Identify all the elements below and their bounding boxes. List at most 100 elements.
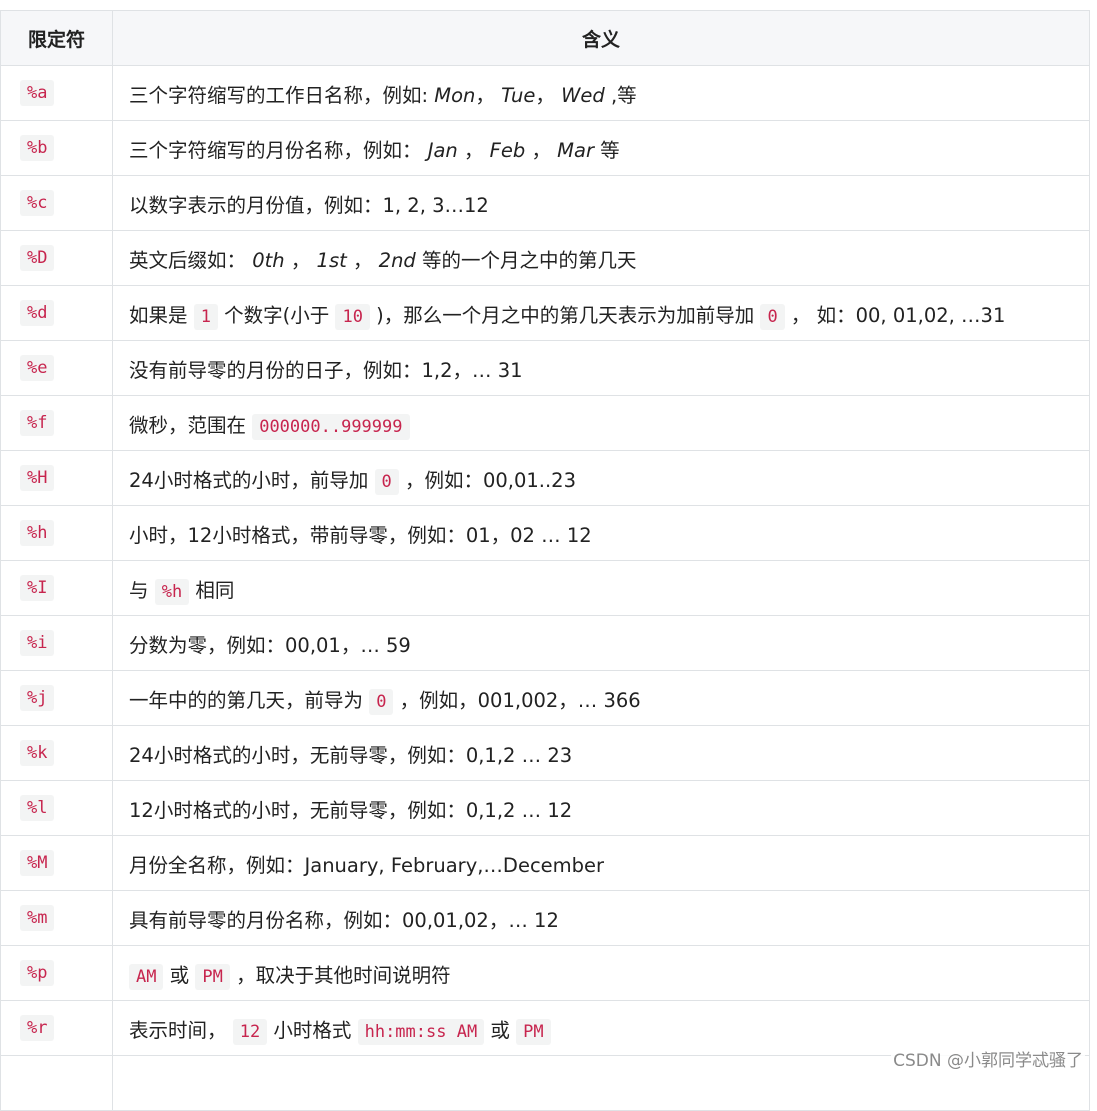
description-cell: 微秒，范围在 000000..999999 [112, 395, 1090, 451]
description-cell: 如果是 1 个数字(小于 10 )，那么一个月之中的第几天表示为加前导加 0 ，… [112, 285, 1090, 341]
table-row: %p AM 或 PM ，取决于其他时间说明符 [0, 945, 1090, 1001]
description-cell: 一年中的的第几天，前导为 0 ，例如，001,002，… 366 [112, 670, 1090, 726]
description-cell: 24小时格式的小时，无前导零，例如：0,1,2 … 23 [112, 725, 1090, 781]
specifier-code: %m [20, 905, 55, 931]
table-body: %a 三个字符缩写的工作日名称，例如: Mon， Tue， Wed ,等 %b 三个字… [0, 65, 1090, 1111]
specifier-code: %M [20, 850, 55, 876]
table-row: %h 小时，12小时格式，带前导零，例如：01，02 … 12 [0, 505, 1090, 561]
description-cell: 三个字符缩写的工作日名称，例如: Mon， Tue， Wed ,等 [112, 65, 1090, 121]
specifier-code: %I [20, 575, 55, 601]
description-text: ， [535, 83, 562, 107]
table-row: %H 24小时格式的小时，前导加 0 ，例如：00,01..23 [0, 450, 1090, 506]
description-cell: 24小时格式的小时，前导加 0 ，例如：00,01..23 [112, 450, 1090, 506]
table-row: %I 与 %h 相同 [0, 560, 1090, 616]
specifier-cell: %D [0, 230, 113, 286]
inline-code: 12 [232, 1018, 268, 1045]
description-cell: 具有前导零的月份名称，例如：00,01,02，… 12 [112, 890, 1090, 946]
italic-example: Mon [434, 83, 476, 107]
description-cell: 分数为零，例如：00,01，… 59 [112, 615, 1090, 671]
table-row: %f 微秒，范围在 000000..999999 [0, 395, 1090, 451]
specifier-code: %b [20, 135, 55, 161]
specifier-cell [0, 1055, 113, 1111]
specifier-code: %i [20, 630, 55, 656]
inline-code: PM [516, 1018, 551, 1045]
description-text: 英文后缀如： [129, 248, 253, 272]
description-text: 等的一个月之中的第几天 [415, 248, 637, 272]
specifier-cell: %M [0, 835, 113, 891]
specifier-cell: %H [0, 450, 113, 506]
table-row: %D 英文后缀如： 0th ， 1st ， 2nd 等的一个月之中的第几天 [0, 230, 1090, 286]
specifier-cell: %f [0, 395, 113, 451]
description-text: 具有前导零的月份名称，例如：00,01,02，… 12 [129, 908, 559, 932]
inline-code: 000000..999999 [252, 413, 410, 440]
inline-code: PM [195, 963, 230, 990]
table-row: %m 具有前导零的月份名称，例如：00,01,02，… 12 [0, 890, 1090, 946]
specifier-cell: %l [0, 780, 113, 836]
description-text: ,等 [604, 83, 637, 107]
specifier-cell: %m [0, 890, 113, 946]
description-text: 小时，12小时格式，带前导零，例如：01，02 … 12 [129, 523, 592, 547]
description-cell: 与 %h 相同 [112, 560, 1090, 616]
inline-code: 0 [374, 468, 399, 495]
description-text: 等 [593, 138, 620, 162]
table-row: %c 以数字表示的月份值，例如：1, 2, 3…12 [0, 175, 1090, 231]
table-header-row: 限定符 含义 [0, 10, 1090, 66]
inline-code: 0 [760, 303, 785, 330]
table-row: %b 三个字符缩写的月份名称，例如： Jan ， Feb ， Mar 等 [0, 120, 1090, 176]
header-specifier: 限定符 [0, 10, 113, 66]
specifier-cell: %d [0, 285, 113, 341]
description-text: ，取决于其他时间说明符 [229, 963, 451, 987]
description-cell: 小时，12小时格式，带前导零，例如：01，02 … 12 [112, 505, 1090, 561]
table-row: %k 24小时格式的小时，无前导零，例如：0,1,2 … 23 [0, 725, 1090, 781]
specifier-cell: %b [0, 120, 113, 176]
specifier-code: %e [20, 355, 55, 381]
description-text: 三个字符缩写的月份名称，例如： [129, 138, 428, 162]
specifier-code: %H [20, 465, 55, 491]
description-text: ， [475, 83, 502, 107]
italic-example: 2nd [378, 248, 416, 272]
description-text: 或 [484, 1018, 517, 1042]
description-text: 24小时格式的小时，无前导零，例如：0,1,2 … 23 [129, 743, 573, 767]
description-cell: AM 或 PM ，取决于其他时间说明符 [112, 945, 1090, 1001]
specifier-cell: %I [0, 560, 113, 616]
italic-example: 0th [252, 248, 285, 272]
description-text: 12小时格式的小时，无前导零，例如：0,1,2 … 12 [129, 798, 573, 822]
specifier-cell: %j [0, 670, 113, 726]
description-cell: 三个字符缩写的月份名称，例如： Jan ， Feb ， Mar 等 [112, 120, 1090, 176]
specifier-cell: %c [0, 175, 113, 231]
description-text: 三个字符缩写的工作日名称，例如: [129, 83, 435, 107]
description-text: 表示时间， [129, 1018, 233, 1042]
inline-code: AM [129, 963, 164, 990]
italic-example: Wed [561, 83, 605, 107]
italic-example: Feb [489, 138, 526, 162]
specifier-code: %h [20, 520, 55, 546]
format-specifier-table: 限定符 含义 %a 三个字符缩写的工作日名称，例如: Mon， Tue， Wed … [0, 10, 1090, 1111]
description-text: 月份全名称，例如：January, February,…December [129, 853, 605, 877]
inline-code: hh:mm:ss AM [357, 1018, 485, 1045]
italic-example: Jan [427, 138, 458, 162]
inline-code: 0 [369, 688, 394, 715]
specifier-code: %r [20, 1015, 55, 1041]
description-text: ， [346, 248, 379, 272]
specifier-code: %k [20, 740, 55, 766]
table-row: %l 12小时格式的小时，无前导零，例如：0,1,2 … 12 [0, 780, 1090, 836]
table-row: %a 三个字符缩写的工作日名称，例如: Mon， Tue， Wed ,等 [0, 65, 1090, 121]
specifier-code: %a [20, 80, 55, 106]
description-text: ， 如：00, 01,02, …31 [784, 303, 1006, 327]
specifier-cell: %i [0, 615, 113, 671]
description-text: 或 [163, 963, 196, 987]
specifier-code: %j [20, 685, 55, 711]
table-row: %j 一年中的的第几天，前导为 0 ，例如，001,002，… 366 [0, 670, 1090, 726]
description-text: )，那么一个月之中的第几天表示为加前导加 [369, 303, 761, 327]
description-text: 小时格式 [267, 1018, 358, 1042]
description-text: ，例如，001,002，… 366 [393, 688, 641, 712]
specifier-code: %D [20, 245, 55, 271]
italic-example: 1st [316, 248, 347, 272]
description-text: ， [457, 138, 490, 162]
header-meaning: 含义 [112, 10, 1090, 66]
description-text: 微秒，范围在 [129, 413, 253, 437]
description-text: ， [284, 248, 317, 272]
description-cell: 12小时格式的小时，无前导零，例如：0,1,2 … 12 [112, 780, 1090, 836]
specifier-code: %l [20, 795, 55, 821]
description-text: 个数字(小于 [217, 303, 336, 327]
